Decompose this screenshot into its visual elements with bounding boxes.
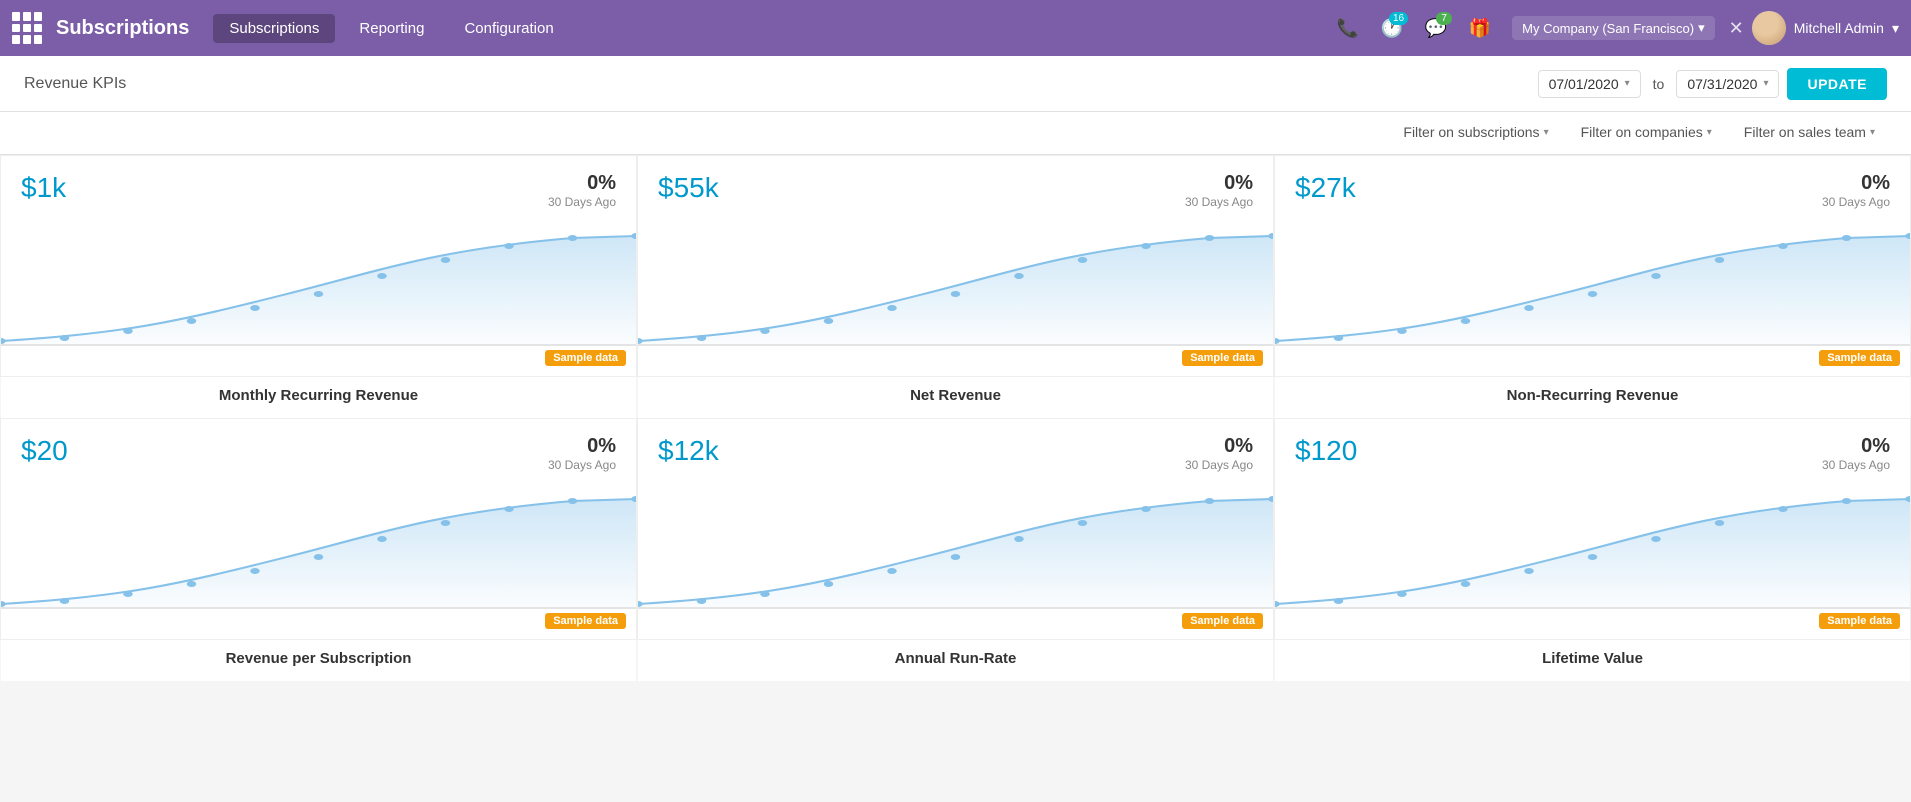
- kpi-arr-period: 30 Days Ago: [1185, 458, 1253, 472]
- kpi-ltv-pct: 0%: [1822, 435, 1890, 458]
- company-name: My Company (San Francisco): [1522, 21, 1694, 36]
- kpi-ltv-value: $120: [1295, 435, 1357, 467]
- filter-subscriptions-button[interactable]: Filter on subscriptions ▾: [1391, 120, 1560, 144]
- filter-sales-team-arrow: ▾: [1870, 127, 1875, 138]
- company-close-button[interactable]: ✕: [1729, 18, 1744, 39]
- kpi-label-arr: Annual Run-Rate: [638, 640, 1273, 681]
- kpi-net-value: $55k: [658, 172, 719, 204]
- date-to-arrow: ▾: [1763, 78, 1768, 89]
- gift-icon-button[interactable]: 🎁: [1462, 10, 1498, 46]
- kpi-label-ltv: Lifetime Value: [1275, 640, 1910, 681]
- nav-subscriptions[interactable]: Subscriptions: [213, 14, 335, 43]
- kpi-ltv-chart: [1275, 489, 1910, 609]
- company-dropdown-arrow: ▾: [1698, 20, 1705, 36]
- kpi-arr-value: $12k: [658, 435, 719, 467]
- kpi-card-non-recurring: $27k 0% 30 Days Ago: [1275, 156, 1910, 376]
- user-avatar: [1752, 11, 1786, 45]
- kpi-revsub-value: $20: [21, 435, 68, 467]
- subheader-bar: Revenue KPIs 07/01/2020 ▾ to 07/31/2020 …: [0, 56, 1911, 112]
- filter-subscriptions-label: Filter on subscriptions: [1403, 124, 1539, 140]
- app-grid-icon[interactable]: [12, 12, 44, 44]
- filter-sales-team-button[interactable]: Filter on sales team ▾: [1732, 120, 1887, 144]
- update-button[interactable]: UPDATE: [1787, 68, 1887, 100]
- kpi-nonrecurring-pct: 0%: [1822, 172, 1890, 195]
- kpi-card-mrr: $1k 0% 30 Days Ago: [1, 156, 636, 376]
- filter-sales-team-label: Filter on sales team: [1744, 124, 1866, 140]
- kpi-nonrecurring-period: 30 Days Ago: [1822, 195, 1890, 209]
- kpi-labels-row-2: Revenue per Subscription Annual Run-Rate…: [0, 640, 1911, 681]
- date-to-value: 07/31/2020: [1687, 76, 1757, 92]
- date-to-selector[interactable]: 07/31/2020 ▾: [1676, 70, 1779, 98]
- kpi-grid-row-2: $20 0% 30 Days Ago: [0, 418, 1911, 640]
- app-title: Subscriptions: [56, 17, 189, 40]
- nav-reporting[interactable]: Reporting: [343, 14, 440, 43]
- kpi-label-revsub: Revenue per Subscription: [1, 640, 636, 681]
- chat-icon-button[interactable]: 🕐 16: [1374, 10, 1410, 46]
- kpi-revsub-period: 30 Days Ago: [548, 458, 616, 472]
- user-dropdown-arrow: ▾: [1892, 20, 1899, 37]
- top-navigation: Subscriptions Subscriptions Reporting Co…: [0, 0, 1911, 56]
- chat-badge: 16: [1389, 12, 1408, 25]
- date-separator: to: [1653, 76, 1665, 92]
- kpi-grid-row-1: $1k 0% 30 Days Ago: [0, 155, 1911, 377]
- date-from-arrow: ▾: [1625, 78, 1630, 89]
- message-icon-button[interactable]: 💬 7: [1418, 10, 1454, 46]
- kpi-mrr-value: $1k: [21, 172, 66, 204]
- kpi-nonrecurring-sample-badge: Sample data: [1819, 350, 1900, 366]
- kpi-nonrecurring-value: $27k: [1295, 172, 1356, 204]
- kpi-ltv-sample-badge: Sample data: [1819, 613, 1900, 629]
- filter-subscriptions-arrow: ▾: [1544, 127, 1549, 138]
- user-name: Mitchell Admin: [1794, 20, 1884, 36]
- kpi-nonrecurring-chart: [1275, 226, 1910, 346]
- filter-companies-arrow: ▾: [1707, 127, 1712, 138]
- kpi-revsub-chart: [1, 489, 636, 609]
- date-from-value: 07/01/2020: [1549, 76, 1619, 92]
- nav-configuration[interactable]: Configuration: [448, 14, 569, 43]
- filter-companies-label: Filter on companies: [1581, 124, 1703, 140]
- kpi-label-mrr: Monthly Recurring Revenue: [1, 377, 636, 418]
- kpi-labels-row-1: Monthly Recurring Revenue Net Revenue No…: [0, 377, 1911, 418]
- date-from-selector[interactable]: 07/01/2020 ▾: [1538, 70, 1641, 98]
- kpi-mrr-pct: 0%: [548, 172, 616, 195]
- kpi-card-ltv: $120 0% 30 Days Ago: [1275, 419, 1910, 639]
- kpi-mrr-sample-badge: Sample data: [545, 350, 626, 366]
- filter-row: Filter on subscriptions ▾ Filter on comp…: [0, 112, 1911, 155]
- phone-icon-button[interactable]: 📞: [1330, 10, 1366, 46]
- kpi-net-pct: 0%: [1185, 172, 1253, 195]
- kpi-revsub-pct: 0%: [548, 435, 616, 458]
- kpi-net-period: 30 Days Ago: [1185, 195, 1253, 209]
- kpi-arr-pct: 0%: [1185, 435, 1253, 458]
- company-selector[interactable]: My Company (San Francisco) ▾: [1512, 16, 1714, 40]
- kpi-card-arr: $12k 0% 30 Days Ago: [638, 419, 1273, 639]
- kpi-ltv-period: 30 Days Ago: [1822, 458, 1890, 472]
- kpi-mrr-chart: [1, 226, 636, 346]
- kpi-revsub-sample-badge: Sample data: [545, 613, 626, 629]
- kpi-label-nonrecurring: Non-Recurring Revenue: [1275, 377, 1910, 418]
- kpi-mrr-period: 30 Days Ago: [548, 195, 616, 209]
- filter-companies-button[interactable]: Filter on companies ▾: [1569, 120, 1724, 144]
- kpi-label-net: Net Revenue: [638, 377, 1273, 418]
- kpi-net-chart: [638, 226, 1273, 346]
- date-range-selector: 07/01/2020 ▾ to 07/31/2020 ▾ UPDATE: [1538, 68, 1887, 100]
- user-menu[interactable]: Mitchell Admin ▾: [1752, 11, 1899, 45]
- page-title: Revenue KPIs: [24, 75, 126, 93]
- kpi-arr-sample-badge: Sample data: [1182, 613, 1263, 629]
- kpi-card-rev-per-sub: $20 0% 30 Days Ago: [1, 419, 636, 639]
- kpi-net-sample-badge: Sample data: [1182, 350, 1263, 366]
- kpi-card-net-revenue: $55k 0% 30 Days Ago: [638, 156, 1273, 376]
- kpi-arr-chart: [638, 489, 1273, 609]
- message-badge: 7: [1436, 12, 1452, 25]
